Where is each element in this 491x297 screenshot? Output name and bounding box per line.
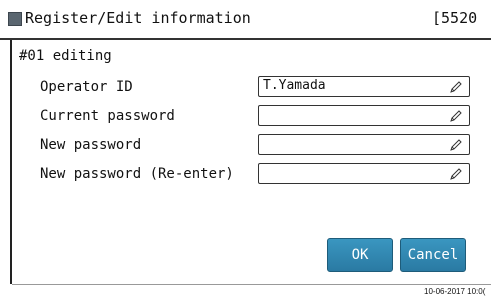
title-bar: Register/Edit information [5520 — [0, 0, 491, 40]
pencil-icon — [450, 139, 462, 151]
operator-id-value: T.Yamada — [263, 78, 326, 93]
window-icon — [8, 12, 22, 26]
window-title: Register/Edit information — [25, 9, 251, 27]
pencil-icon — [450, 168, 462, 180]
pencil-icon — [450, 110, 462, 122]
left-frame-line — [10, 40, 12, 284]
editing-subtitle: #01 editing — [19, 48, 112, 64]
current-password-label: Current password — [40, 108, 175, 124]
new-password-field[interactable] — [258, 134, 470, 155]
new-password-label: New password — [40, 137, 142, 153]
operator-id-field[interactable]: T.Yamada — [258, 76, 470, 97]
footer-divider — [12, 284, 491, 285]
current-password-field[interactable] — [258, 105, 470, 126]
operator-id-label: Operator ID — [40, 79, 133, 95]
new-password-reenter-label: New password (Re-enter) — [40, 166, 234, 182]
ok-button[interactable]: OK — [327, 238, 393, 272]
timestamp: 10-06-2017 10:0( — [424, 287, 486, 296]
pencil-icon — [450, 81, 462, 93]
new-password-reenter-field[interactable] — [258, 163, 470, 184]
cancel-button[interactable]: Cancel — [400, 238, 466, 272]
screen-code: [5520 — [432, 9, 478, 27]
